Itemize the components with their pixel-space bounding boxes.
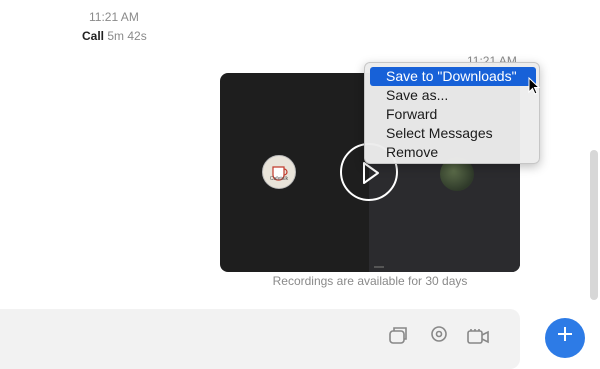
plus-icon bbox=[558, 327, 572, 341]
message-timestamp: 11:21 AM bbox=[89, 10, 139, 24]
video-progress-mark bbox=[374, 266, 384, 268]
menu-item-forward[interactable]: Forward bbox=[370, 105, 536, 124]
location-icon[interactable] bbox=[429, 325, 449, 345]
scrollbar[interactable] bbox=[590, 150, 598, 300]
menu-item-save-to-downloads[interactable]: Save to "Downloads" bbox=[370, 67, 536, 86]
menu-item-remove[interactable]: Remove bbox=[370, 143, 536, 162]
new-action-button[interactable] bbox=[545, 318, 585, 358]
video-message-icon[interactable] bbox=[466, 325, 489, 345]
cafetalk-avatar: Cafetalk bbox=[262, 155, 296, 189]
stickers-icon[interactable] bbox=[387, 325, 407, 345]
play-icon bbox=[363, 162, 379, 184]
mouse-cursor-icon bbox=[528, 77, 540, 95]
recording-availability-note: Recordings are available for 30 days bbox=[272, 274, 468, 288]
menu-item-save-as[interactable]: Save as... bbox=[370, 86, 536, 105]
call-summary: Call 5m 42s bbox=[82, 29, 147, 43]
avatar-logo-text: Cafetalk bbox=[270, 176, 289, 182]
context-menu: Save to "Downloads" Save as... Forward S… bbox=[364, 62, 540, 164]
menu-item-select-messages[interactable]: Select Messages bbox=[370, 124, 536, 143]
call-duration: 5m 42s bbox=[107, 29, 147, 43]
call-label: Call bbox=[82, 29, 105, 43]
